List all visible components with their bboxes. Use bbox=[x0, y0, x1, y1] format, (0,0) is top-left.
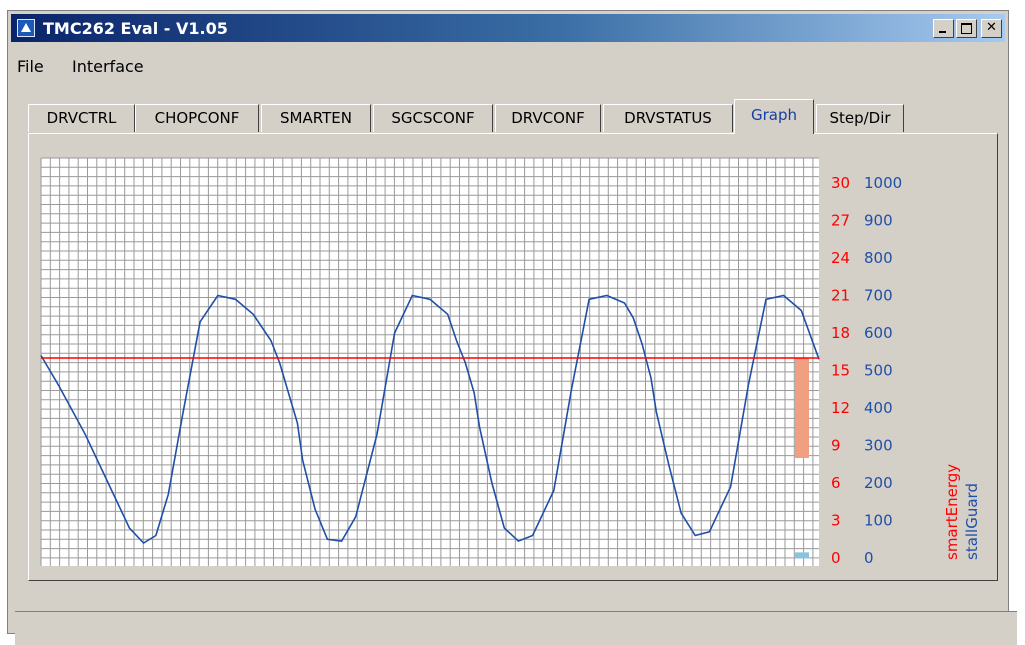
stallguard-tick-label: 400 bbox=[864, 399, 893, 417]
smartenergy-tick-label: 9 bbox=[831, 437, 841, 455]
plot-background bbox=[41, 158, 819, 566]
stallguard-tick-label: 0 bbox=[864, 549, 874, 567]
stallguard-tick-label: 700 bbox=[864, 287, 893, 305]
tab-chopconf[interactable]: CHOPCONF bbox=[135, 104, 259, 132]
app-icon bbox=[17, 19, 35, 37]
window-title: TMC262 Eval - V1.05 bbox=[43, 19, 228, 38]
tab-graph[interactable]: Graph bbox=[734, 99, 814, 134]
app-window: TMC262 Eval - V1.05 File Interface DRVCT… bbox=[7, 10, 1017, 645]
stallguard-tick-label: 500 bbox=[864, 362, 893, 380]
level-bar bbox=[795, 358, 809, 458]
smartenergy-tick-label: 18 bbox=[831, 324, 850, 342]
tab-drvconf[interactable]: DRVCONF bbox=[495, 104, 601, 132]
stallguard-tick-label: 100 bbox=[864, 512, 893, 530]
menu-interface[interactable]: Interface bbox=[72, 57, 144, 76]
maximize-button[interactable] bbox=[956, 19, 977, 38]
title-bar[interactable]: TMC262 Eval - V1.05 bbox=[11, 14, 1005, 42]
stallguard-tick-label: 200 bbox=[864, 474, 893, 492]
stallguard-tick-label: 800 bbox=[864, 249, 893, 267]
smartenergy-tick-label: 27 bbox=[831, 212, 850, 230]
tab-drvstatus[interactable]: DRVSTATUS bbox=[603, 104, 733, 132]
minimize-button[interactable] bbox=[933, 19, 954, 38]
tab-step-dir[interactable]: Step/Dir bbox=[816, 104, 904, 132]
graph-chart: 0369121518212427300100200300400500600700… bbox=[40, 157, 981, 567]
close-button[interactable] bbox=[981, 19, 1002, 38]
menu-file[interactable]: File bbox=[17, 57, 44, 76]
tab-sgcsconf[interactable]: SGCSCONF bbox=[373, 104, 493, 132]
smartenergy-tick-label: 6 bbox=[831, 474, 841, 492]
stallguard-tick-label: 1000 bbox=[864, 174, 902, 192]
stallguard-axis-label: stallGuard bbox=[963, 483, 981, 560]
smartenergy-tick-label: 21 bbox=[831, 287, 850, 305]
smartenergy-tick-label: 12 bbox=[831, 399, 850, 417]
stallguard-tick-label: 600 bbox=[864, 324, 893, 342]
smartenergy-tick-label: 3 bbox=[831, 512, 841, 530]
smartenergy-tick-label: 24 bbox=[831, 249, 850, 267]
level-bar bbox=[795, 552, 809, 559]
smartenergy-tick-label: 15 bbox=[831, 362, 850, 380]
status-bar bbox=[15, 611, 1017, 645]
tab-smarten[interactable]: SMARTEN bbox=[261, 104, 371, 132]
stallguard-tick-label: 300 bbox=[864, 437, 893, 455]
smartenergy-axis-label: smartEnergy bbox=[943, 464, 961, 560]
tab-drvctrl[interactable]: DRVCTRL bbox=[28, 104, 135, 132]
smartenergy-tick-label: 0 bbox=[831, 549, 841, 567]
stallguard-tick-label: 900 bbox=[864, 212, 893, 230]
smartenergy-tick-label: 30 bbox=[831, 174, 850, 192]
